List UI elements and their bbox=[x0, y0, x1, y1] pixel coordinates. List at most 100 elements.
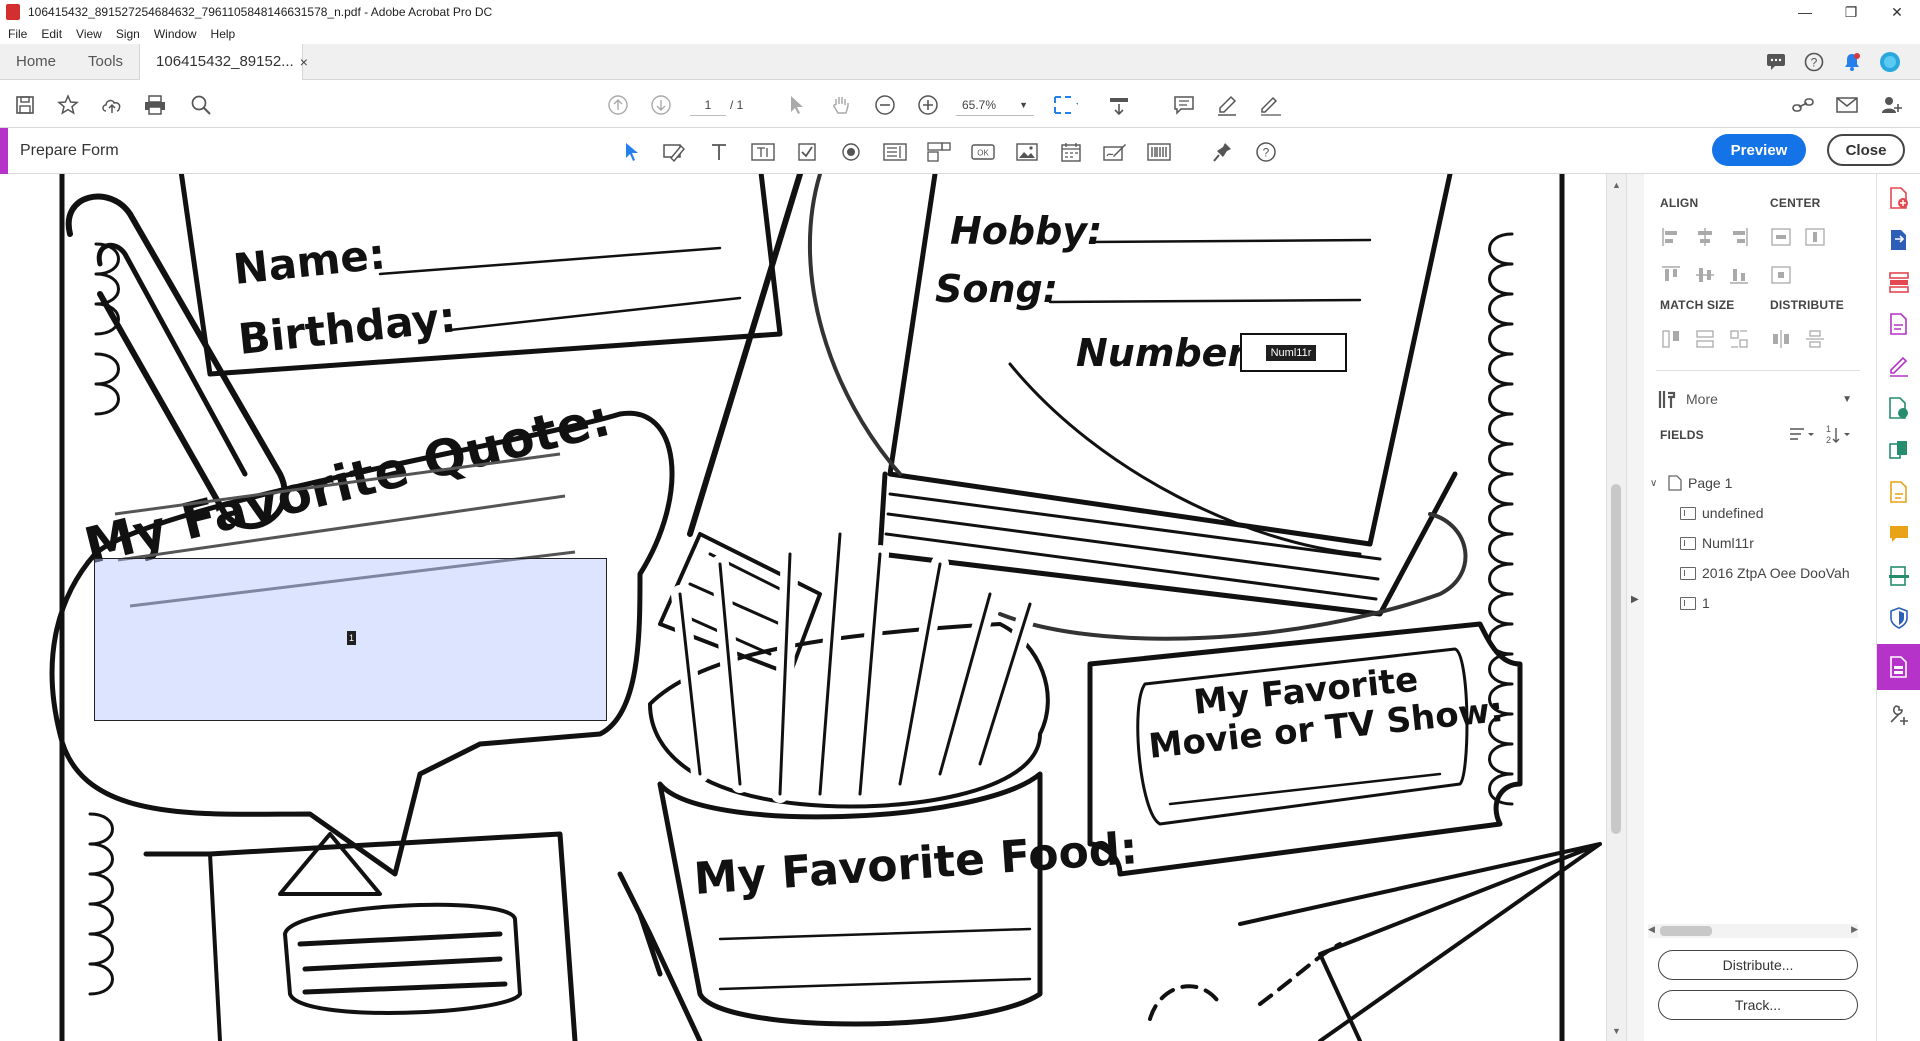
button-field-icon[interactable]: OK bbox=[970, 139, 996, 165]
fill-sign-icon[interactable] bbox=[1258, 92, 1284, 118]
preview-button[interactable]: Preview bbox=[1712, 134, 1806, 166]
tree-field-item[interactable]: Numl11r bbox=[1650, 528, 1866, 558]
distribute-horizontally-icon[interactable] bbox=[1770, 328, 1792, 350]
radio-button-icon[interactable] bbox=[838, 139, 864, 165]
upload-cloud-icon[interactable] bbox=[99, 92, 125, 118]
scroll-mode-icon[interactable] bbox=[1106, 92, 1132, 118]
scroll-up-icon[interactable]: ▲ bbox=[1612, 180, 1621, 190]
next-page-icon[interactable] bbox=[648, 92, 674, 118]
panel-horizontal-scrollbar[interactable]: ◀ ▶ bbox=[1648, 924, 1858, 938]
align-right-icon[interactable] bbox=[1728, 226, 1750, 248]
close-form-button[interactable]: Close bbox=[1827, 134, 1905, 166]
date-field-icon[interactable] bbox=[1058, 139, 1084, 165]
pin-icon[interactable] bbox=[1210, 139, 1236, 165]
menu-window[interactable]: Window bbox=[154, 27, 197, 41]
text-tool-icon[interactable] bbox=[706, 139, 732, 165]
restore-button[interactable]: ❐ bbox=[1828, 0, 1874, 24]
document-canvas[interactable]: Name: Birthday: Hobby: Song: Number: My … bbox=[0, 174, 1626, 1041]
tree-field-item[interactable]: undefined bbox=[1650, 498, 1866, 528]
distribute-vertically-icon[interactable] bbox=[1804, 328, 1826, 350]
barcode-field-icon[interactable] bbox=[1146, 139, 1172, 165]
fields-options-icon[interactable] bbox=[1788, 424, 1816, 444]
image-field-icon[interactable] bbox=[1014, 139, 1040, 165]
align-top-icon[interactable] bbox=[1660, 264, 1682, 286]
protect-shield-icon[interactable] bbox=[1887, 606, 1911, 630]
comments-icon[interactable] bbox=[1764, 50, 1788, 74]
menu-file[interactable]: File bbox=[8, 27, 27, 41]
create-pdf-icon[interactable] bbox=[1887, 186, 1911, 210]
tab-tools[interactable]: Tools bbox=[72, 44, 139, 80]
menu-sign[interactable]: Sign bbox=[116, 27, 140, 41]
scroll-right-icon[interactable]: ▶ bbox=[1851, 924, 1858, 935]
center-vertically-icon[interactable] bbox=[1804, 226, 1826, 248]
menu-edit[interactable]: Edit bbox=[41, 27, 62, 41]
align-bottom-icon[interactable] bbox=[1728, 264, 1750, 286]
tab-document[interactable]: 106415432_89152... × bbox=[139, 43, 308, 80]
align-vertical-center-icon[interactable] bbox=[1694, 264, 1716, 286]
tree-field-item[interactable]: 2016 ZtpA Oee DooVah bbox=[1650, 558, 1866, 588]
export-pdf-icon[interactable] bbox=[1887, 228, 1911, 252]
match-width-icon[interactable] bbox=[1660, 328, 1682, 350]
sort-fields-icon[interactable]: 12 bbox=[1824, 422, 1852, 446]
minimize-button[interactable]: — bbox=[1782, 0, 1828, 24]
select-object-icon[interactable] bbox=[619, 139, 645, 165]
scroll-left-icon[interactable]: ◀ bbox=[1648, 924, 1655, 935]
print-icon[interactable] bbox=[142, 92, 168, 118]
more-tools-row[interactable]: More ▼ bbox=[1656, 386, 1860, 412]
text-field-icon[interactable] bbox=[750, 139, 776, 165]
distribute-button[interactable]: Distribute... bbox=[1658, 950, 1858, 980]
track-button[interactable]: Track... bbox=[1658, 990, 1858, 1020]
bookmark-star-icon[interactable] bbox=[55, 92, 81, 118]
horizontal-scroll-thumb[interactable] bbox=[1660, 926, 1712, 936]
close-window-button[interactable]: ✕ bbox=[1874, 0, 1920, 24]
zoom-level-select[interactable]: 65.7% ▼ bbox=[956, 94, 1034, 116]
quote-form-field[interactable]: 1 bbox=[94, 558, 607, 721]
add-comment-icon[interactable] bbox=[1171, 92, 1197, 118]
form-edit-icon[interactable] bbox=[661, 139, 687, 165]
highlight-pen-icon[interactable] bbox=[1214, 92, 1240, 118]
match-height-icon[interactable] bbox=[1694, 328, 1716, 350]
list-box-icon[interactable] bbox=[882, 139, 908, 165]
digital-signature-icon[interactable] bbox=[1102, 139, 1128, 165]
dropdown-field-icon[interactable] bbox=[926, 139, 952, 165]
send-for-signature-icon[interactable] bbox=[1887, 396, 1911, 420]
select-cursor-icon[interactable] bbox=[784, 92, 810, 118]
combine-files-icon[interactable] bbox=[1887, 438, 1911, 462]
organize-pages-icon[interactable] bbox=[1887, 270, 1911, 294]
tab-home[interactable]: Home bbox=[0, 44, 72, 80]
chevron-down-icon[interactable]: ∨ bbox=[1650, 478, 1662, 489]
page-number-input[interactable] bbox=[690, 94, 726, 116]
menu-help[interactable]: Help bbox=[211, 27, 236, 41]
document-vertical-scrollbar[interactable]: ▲ ▼ bbox=[1606, 174, 1626, 1041]
hand-tool-icon[interactable] bbox=[828, 92, 854, 118]
right-panel-toggle[interactable]: ▶ bbox=[1626, 174, 1644, 1041]
scroll-down-icon[interactable]: ▼ bbox=[1612, 1026, 1621, 1036]
center-horizontally-icon[interactable] bbox=[1770, 226, 1792, 248]
add-user-icon[interactable] bbox=[1878, 92, 1904, 118]
tree-field-item[interactable]: 1 bbox=[1650, 588, 1866, 618]
tab-close-icon[interactable]: × bbox=[300, 54, 308, 70]
align-left-icon[interactable] bbox=[1660, 226, 1682, 248]
comment-icon[interactable] bbox=[1887, 522, 1911, 546]
center-both-icon[interactable] bbox=[1770, 264, 1792, 286]
notifications-icon[interactable] bbox=[1840, 50, 1864, 74]
fill-and-sign-icon[interactable] bbox=[1887, 354, 1911, 378]
account-avatar-icon[interactable] bbox=[1878, 50, 1902, 74]
share-link-icon[interactable] bbox=[1790, 92, 1816, 118]
tree-page-node[interactable]: ∨ Page 1 bbox=[1650, 468, 1866, 498]
previous-page-icon[interactable] bbox=[605, 92, 631, 118]
zoom-out-icon[interactable] bbox=[872, 92, 898, 118]
match-both-icon[interactable] bbox=[1728, 328, 1750, 350]
align-horizontal-center-icon[interactable] bbox=[1694, 226, 1716, 248]
export-document-icon[interactable] bbox=[1887, 480, 1911, 504]
email-icon[interactable] bbox=[1834, 92, 1860, 118]
form-help-icon[interactable]: ? bbox=[1253, 139, 1279, 165]
search-icon[interactable] bbox=[188, 92, 214, 118]
fit-page-icon[interactable] bbox=[1052, 92, 1078, 118]
save-icon[interactable] bbox=[12, 92, 38, 118]
more-tools-icon[interactable] bbox=[1887, 702, 1911, 726]
vertical-scroll-thumb[interactable] bbox=[1611, 484, 1621, 834]
menu-view[interactable]: View bbox=[76, 27, 102, 41]
checkbox-field-icon[interactable] bbox=[794, 139, 820, 165]
zoom-in-icon[interactable] bbox=[915, 92, 941, 118]
